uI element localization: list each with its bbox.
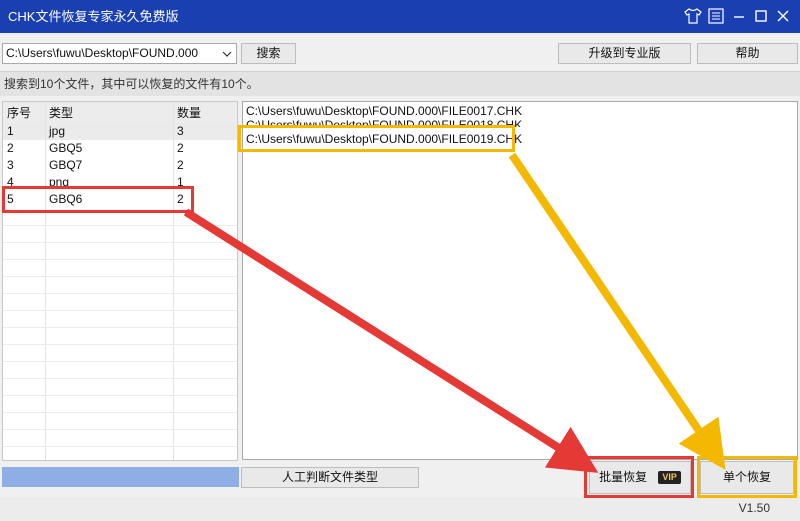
row-divider xyxy=(3,412,237,413)
table-row[interactable]: 5 GBQ6 2 xyxy=(3,191,237,208)
header-num: 序号 xyxy=(7,106,32,120)
file-type-table: 序号 类型 数量 1 jpg 3 2 GBQ5 2 3 GBQ7 2 4 png… xyxy=(2,101,238,461)
row-type: GBQ5 xyxy=(49,141,83,155)
row-divider xyxy=(3,310,237,311)
shirt-icon[interactable] xyxy=(683,6,703,26)
header-count: 数量 xyxy=(177,106,202,120)
row-num: 3 xyxy=(7,158,14,172)
status-message: 搜索到10个文件，其中可以恢复的文件有10个。 xyxy=(4,77,259,91)
row-count: 3 xyxy=(177,124,184,138)
row-num: 4 xyxy=(7,175,14,189)
table-row[interactable]: 3 GBQ7 2 xyxy=(3,157,237,174)
column-divider xyxy=(45,102,46,460)
path-dropdown[interactable]: C:\Users\fuwu\Desktop\FOUND.000 xyxy=(2,43,237,64)
row-divider xyxy=(3,361,237,362)
row-divider xyxy=(3,446,237,447)
version-label: V1.50 xyxy=(738,501,770,515)
search-button[interactable]: 搜索 xyxy=(241,43,296,64)
table-row[interactable]: 1 jpg 3 xyxy=(3,123,237,140)
table-row[interactable]: 2 GBQ5 2 xyxy=(3,140,237,157)
table-header xyxy=(3,102,237,124)
help-button[interactable]: 帮助 xyxy=(697,43,798,64)
row-divider xyxy=(3,259,237,260)
menu-icon[interactable] xyxy=(706,6,726,26)
row-divider xyxy=(3,327,237,328)
title-bar: CHK文件恢复专家永久免费版 xyxy=(0,0,800,33)
manual-type-button[interactable]: 人工判断文件类型 xyxy=(241,467,419,488)
batch-recover-button[interactable]: 批量恢复 VIP xyxy=(589,461,691,494)
row-count: 2 xyxy=(177,158,184,172)
row-divider xyxy=(3,242,237,243)
row-type: jpg xyxy=(49,124,66,138)
row-count: 2 xyxy=(177,192,184,206)
maximize-icon[interactable] xyxy=(751,6,771,26)
file-item[interactable]: C:\Users\fuwu\Desktop\FOUND.000\FILE0018… xyxy=(246,117,522,127)
file-item[interactable]: C:\Users\fuwu\Desktop\FOUND.000\FILE0019… xyxy=(246,131,522,147)
row-num: 2 xyxy=(7,141,14,155)
chevron-down-icon[interactable] xyxy=(218,44,236,63)
close-icon[interactable] xyxy=(773,6,793,26)
vip-badge: VIP xyxy=(658,471,681,485)
minimize-icon[interactable] xyxy=(729,6,749,26)
progress-bar xyxy=(2,467,239,487)
window-title: CHK文件恢复专家永久免费版 xyxy=(8,9,179,24)
row-num: 1 xyxy=(7,124,14,138)
row-type: GBQ6 xyxy=(49,192,83,206)
row-divider xyxy=(3,395,237,396)
path-value: C:\Users\fuwu\Desktop\FOUND.000 xyxy=(6,46,199,60)
column-divider xyxy=(173,102,174,460)
single-recover-button[interactable]: 单个恢复 xyxy=(700,461,794,494)
row-divider xyxy=(3,344,237,345)
row-divider xyxy=(3,276,237,277)
row-divider xyxy=(3,429,237,430)
row-type: GBQ7 xyxy=(49,158,83,172)
row-divider xyxy=(3,293,237,294)
row-divider xyxy=(3,225,237,226)
footer-bar xyxy=(0,497,800,521)
row-count: 1 xyxy=(177,175,184,189)
row-count: 2 xyxy=(177,141,184,155)
upgrade-button[interactable]: 升级到专业版 xyxy=(558,43,691,64)
header-type: 类型 xyxy=(49,106,74,120)
table-row[interactable]: 4 png 1 xyxy=(3,174,237,191)
row-type: png xyxy=(49,175,70,189)
file-list[interactable]: C:\Users\fuwu\Desktop\FOUND.000\FILE0017… xyxy=(242,101,798,460)
row-divider xyxy=(3,378,237,379)
batch-recover-label: 批量恢复 xyxy=(599,470,648,484)
status-bar: 搜索到10个文件，其中可以恢复的文件有10个。 xyxy=(0,71,800,96)
row-num: 5 xyxy=(7,192,14,206)
